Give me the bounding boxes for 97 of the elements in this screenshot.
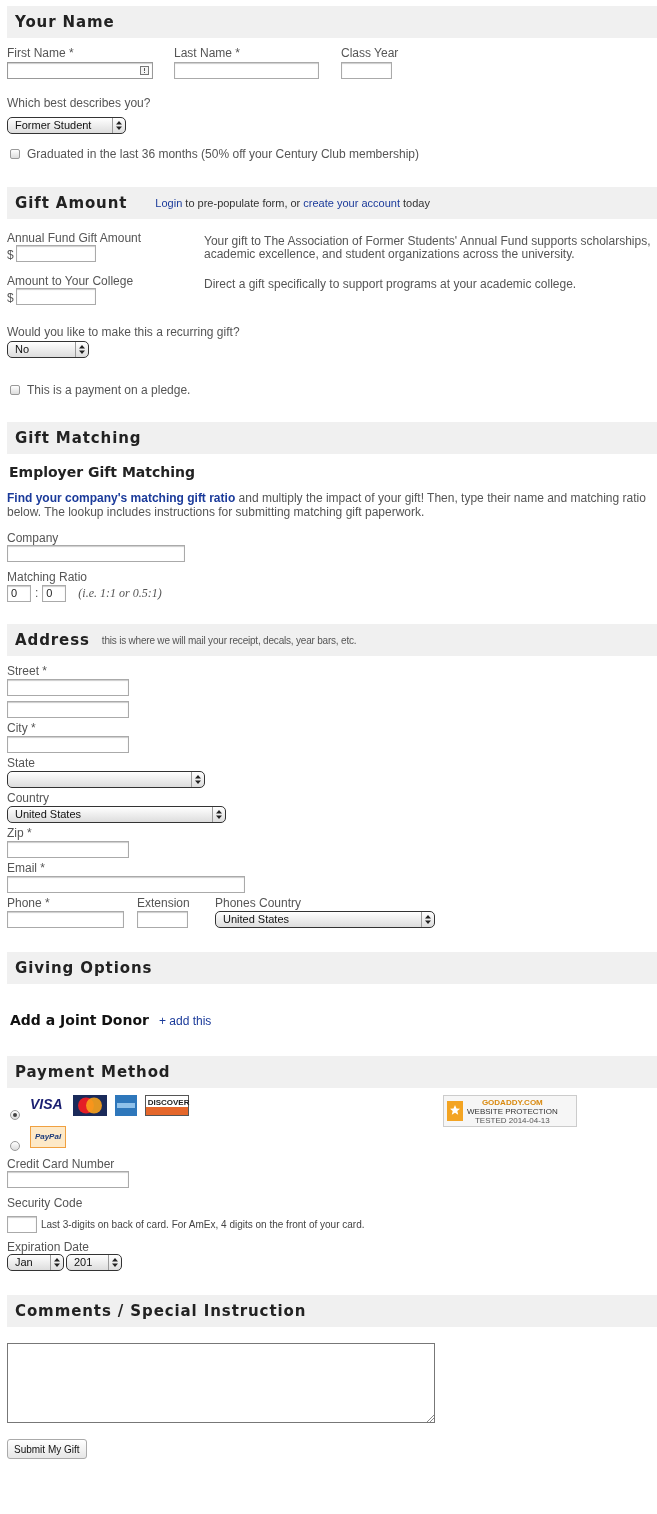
checkbox-label: This is a payment on a pledge. [27,382,191,399]
field-label: Phone * [7,896,51,910]
select-dropdown[interactable] [7,771,205,788]
section-subtitle: this is where we will mail your receipt, decals, year bars, etc. [101,633,357,648]
field-label: Email * [7,861,46,875]
field-label: Would you like to make this a recurring gift? [7,325,241,339]
input-field[interactable] [7,545,185,562]
add-joint-donor-link[interactable]: + add this [158,1011,212,1030]
currency-symbol: $ [7,291,14,305]
field-label: Which best describes you? [7,96,152,110]
login-note: Login to pre-populate form, or create your account today [155,196,430,209]
select-dropdown[interactable]: Former Student [7,117,126,134]
radio-button[interactable] [10,1110,20,1120]
comments-textarea[interactable] [7,1343,435,1423]
section-title: Gift Matching [15,427,142,449]
input-field[interactable] [7,841,129,858]
field-label: Company [7,531,60,545]
select-value: Jan [14,1256,34,1269]
input-field[interactable] [174,62,319,79]
field-label: City * [7,721,37,735]
section-title: Payment Method [15,1061,171,1083]
ratio-field[interactable]: 0 [42,584,67,602]
input-field[interactable] [341,62,392,79]
up-down-arrows-icon [425,915,431,924]
amex-logo [114,1095,137,1116]
field-label: Credit Card Number [7,1157,116,1171]
section-title: Gift Amount [15,192,128,214]
select-value: 201 [73,1256,94,1269]
field-label: Last Name * [174,46,242,60]
select-dropdown[interactable]: United States [215,911,435,928]
badge-title: WEBSITE PROTECTION [467,1106,558,1116]
amount-description: Direct a gift specifically to support programs at your academic college. [204,278,578,293]
input-field[interactable] [7,1171,129,1188]
joint-donor-title: Add a Joint Donor [10,1011,149,1030]
link[interactable]: Find your company's matching gift ratio [7,491,236,505]
field-label: Street * [7,664,49,678]
visa-logo: VISA [30,1095,63,1113]
input-field[interactable] [7,1216,37,1233]
checkbox-label: Graduated in the last 36 months (50% off your Century Club membership) [27,146,419,163]
paypal-logo: PayPal [30,1126,66,1148]
section-title: Your Name [15,11,115,33]
ratio-hint: (i.e. 1:1 or 0.5:1) [78,585,162,602]
ratio-separator: : [35,585,39,602]
up-down-arrows-icon [116,121,122,130]
checkbox[interactable] [10,385,20,395]
radio-button[interactable] [10,1141,20,1151]
select-dropdown[interactable]: 201 [66,1254,122,1271]
ratio-field[interactable]: 0 [7,584,31,602]
input-field[interactable] [15,288,96,305]
select-dropdown[interactable]: United States [7,806,226,823]
field-label: Country [7,791,51,805]
badge-date: TESTED 2014-04-13 [475,1115,550,1125]
select-value: Former Student [14,119,93,132]
resize-handle-icon [426,1414,434,1422]
checkbox[interactable] [10,149,20,159]
submit-button[interactable]: Submit My Gift [7,1439,87,1459]
up-down-arrows-icon [195,775,201,784]
field-label: Amount to Your College [7,274,135,288]
up-down-arrows-icon [112,1258,118,1267]
input-field[interactable] [137,911,188,928]
field-label: First Name * [7,46,75,60]
input-field[interactable] [7,876,245,893]
link[interactable]: Login [155,196,183,209]
select-dropdown[interactable]: No [7,341,89,358]
field-label: Extension [137,896,191,910]
field-label: State [7,756,37,770]
select-value: No [14,343,31,356]
field-label: Matching Ratio [7,570,89,584]
currency-symbol: $ [7,248,14,262]
input-field[interactable] [7,911,124,928]
input-field[interactable] [7,62,153,79]
select-value: United States [14,808,83,821]
up-down-arrows-icon [216,810,222,819]
subsection-title: Employer Gift Matching [9,463,197,482]
field-label: Expiration Date [7,1240,91,1254]
mastercard-logo [72,1095,107,1116]
field-label: Annual Fund Gift Amount [7,231,143,245]
field-label: Phones Country [215,896,303,910]
input-field[interactable] [7,701,129,718]
amount-description: Your gift to The Association of Former Students' Annual Fund supports scholarships, academic excellence, and student organizations across the university. [204,235,652,262]
up-down-arrows-icon [79,345,85,354]
security-hint: Last 3-digits on back of card. For AmEx, 4 digits on the front of your card. [41,1218,365,1232]
field-label: Zip * [7,826,33,840]
section-title: Giving Options [15,957,153,979]
select-value: United States [222,913,291,926]
input-field[interactable] [7,679,129,696]
section-title: Comments / Special Instruction [15,1300,307,1322]
up-down-arrows-icon [54,1258,60,1267]
select-dropdown[interactable]: Jan [7,1254,64,1271]
input-field[interactable] [7,736,129,753]
section-title: Address [15,629,90,651]
link[interactable]: create your account [303,196,400,209]
field-label: Security Code [7,1196,84,1210]
badge-brand: GODADDY.COM [481,1097,543,1107]
matching-intro: Find your company's matching gift ratio and multiply the impact of your gift! Then, type their name and matching ratio below. The lookup includes instructions for submitting matching gift paperwork. [7,491,646,519]
input-field[interactable] [15,245,96,262]
field-label: Class Year [341,46,400,60]
